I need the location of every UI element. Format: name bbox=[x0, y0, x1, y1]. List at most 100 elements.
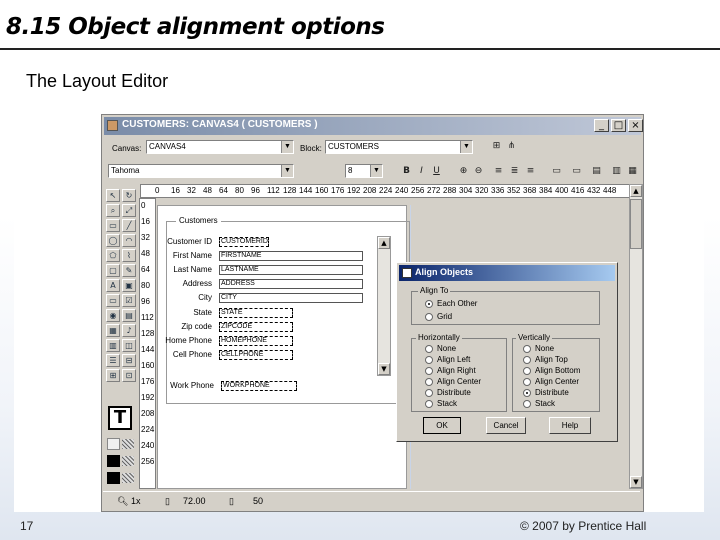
fill-icon[interactable]: ▥ bbox=[610, 165, 623, 178]
tree-icon[interactable]: ⋔ bbox=[505, 140, 518, 153]
radio-tool-icon[interactable]: ◉ bbox=[106, 309, 120, 322]
line-icon[interactable]: ▦ bbox=[626, 165, 639, 178]
field-first-name[interactable]: FIRSTNAME bbox=[219, 251, 363, 261]
field-last-name[interactable]: LASTNAME bbox=[219, 265, 363, 275]
rotate-icon[interactable]: ↻ bbox=[122, 189, 136, 202]
field-city[interactable]: CITY bbox=[219, 293, 363, 303]
ruler-tick: 144 bbox=[299, 186, 313, 195]
scroll-up-icon[interactable]: ▲ bbox=[378, 237, 390, 249]
canvas-label: Canvas: bbox=[112, 144, 142, 153]
checkbox-tool-icon[interactable]: ☑ bbox=[122, 294, 136, 307]
field-work-phone[interactable]: WORKPHONE bbox=[221, 381, 297, 391]
align-center-icon[interactable]: ≣ bbox=[508, 165, 521, 178]
cancel-button[interactable]: Cancel bbox=[486, 417, 526, 434]
window-scrollbar[interactable]: ▲ ▼ bbox=[629, 184, 643, 489]
frame-tool-icon[interactable]: ▣ bbox=[122, 279, 136, 292]
vertical-ruler: 0 16 32 48 64 80 96 112 128 144 160 176 … bbox=[139, 198, 156, 489]
field-state[interactable]: STATE bbox=[219, 308, 293, 318]
align-right-icon[interactable]: ≡ bbox=[524, 165, 537, 178]
hierarchy-icon[interactable]: ⊞ bbox=[490, 140, 503, 153]
close-button[interactable]: × bbox=[628, 119, 643, 132]
radio-v-align-center[interactable]: Align Center bbox=[523, 377, 579, 387]
bring-front-icon[interactable]: ▭ bbox=[550, 165, 563, 178]
color-icon[interactable]: ▤ bbox=[590, 165, 603, 178]
radio-h-stack[interactable]: Stack bbox=[425, 399, 457, 409]
chart-tool-icon[interactable]: ▥ bbox=[106, 339, 120, 352]
field-address[interactable]: ADDRESS bbox=[219, 279, 363, 289]
canvas-select[interactable]: CANVAS4 ▼ bbox=[146, 140, 294, 154]
radio-h-align-right[interactable]: Align Right bbox=[425, 366, 476, 376]
radio-each-other[interactable]: Each Other bbox=[425, 299, 477, 309]
tab-tool-icon[interactable]: ⊟ bbox=[122, 354, 136, 367]
dialog-titlebar[interactable]: Align Objects bbox=[399, 265, 615, 281]
send-back-icon[interactable]: ▭ bbox=[570, 165, 583, 178]
reshape-icon[interactable]: ⤢ bbox=[122, 204, 136, 217]
text-color-swatch[interactable] bbox=[107, 472, 120, 484]
line-tool-icon[interactable]: ╱ bbox=[122, 219, 136, 232]
text-item-tool-icon[interactable]: ▤ bbox=[122, 309, 136, 322]
radio-v-align-bottom[interactable]: Align Bottom bbox=[523, 366, 580, 376]
scroll-down-icon[interactable]: ▼ bbox=[630, 476, 642, 488]
pattern-swatch[interactable] bbox=[122, 473, 134, 483]
block-select[interactable]: CUSTOMERS ▼ bbox=[325, 140, 473, 154]
radio-v-distribute[interactable]: Distribute bbox=[523, 388, 569, 398]
radio-grid[interactable]: Grid bbox=[425, 312, 452, 322]
text-tool-large-icon[interactable]: T bbox=[108, 406, 132, 430]
pattern-swatch[interactable] bbox=[122, 439, 134, 449]
button-tool-icon[interactable]: ▭ bbox=[106, 294, 120, 307]
window-title: CUSTOMERS: CANVAS4 ( CUSTOMERS ) bbox=[122, 119, 318, 130]
underline-button[interactable]: U bbox=[430, 165, 443, 178]
minimize-button[interactable]: _ bbox=[594, 119, 609, 132]
radio-h-distribute[interactable]: Distribute bbox=[425, 388, 471, 398]
arc-icon[interactable]: ◠ bbox=[122, 234, 136, 247]
radio-h-none[interactable]: None bbox=[425, 344, 456, 354]
stacked-tool-icon[interactable]: ⊞ bbox=[106, 369, 120, 382]
fill-color-swatch[interactable] bbox=[107, 438, 120, 450]
scroll-down-icon[interactable]: ▼ bbox=[378, 363, 390, 375]
polygon-icon[interactable]: ⬠ bbox=[106, 249, 120, 262]
item-label-city: City bbox=[198, 293, 212, 302]
radio-v-align-top[interactable]: Align Top bbox=[523, 355, 568, 365]
field-customer-id[interactable]: CUSTOMERID bbox=[219, 237, 269, 247]
ole-tool-icon[interactable]: ◫ bbox=[122, 339, 136, 352]
bean-tool-icon[interactable]: ⊡ bbox=[122, 369, 136, 382]
scroll-up-icon[interactable]: ▲ bbox=[630, 185, 642, 197]
maximize-button[interactable]: □ bbox=[611, 119, 626, 132]
bold-button[interactable]: B bbox=[400, 165, 413, 178]
select-arrow-icon[interactable]: ↖ bbox=[106, 189, 120, 202]
rounded-rect-icon[interactable]: ▢ bbox=[106, 264, 120, 277]
window-titlebar[interactable]: CUSTOMERS: CANVAS4 ( CUSTOMERS ) _ □ × bbox=[104, 117, 643, 135]
frame-scrollbar[interactable]: ▲ ▼ bbox=[377, 236, 391, 376]
image-tool-icon[interactable]: ▦ bbox=[106, 324, 120, 337]
scroll-thumb[interactable] bbox=[630, 199, 642, 249]
sound-tool-icon[interactable]: ♪ bbox=[122, 324, 136, 337]
list-tool-icon[interactable]: ☰ bbox=[106, 354, 120, 367]
ellipse-icon[interactable]: ◯ bbox=[106, 234, 120, 247]
zoom-out-icon[interactable]: ⊖ bbox=[472, 165, 485, 178]
ok-button[interactable]: OK bbox=[423, 417, 461, 434]
italic-button[interactable]: I bbox=[415, 165, 428, 178]
field-cell-phone[interactable]: CELLPHONE bbox=[219, 350, 293, 360]
field-home-phone[interactable]: HOMEPHONE bbox=[219, 336, 293, 346]
magnify-icon[interactable]: ⌕ bbox=[106, 204, 120, 217]
zoom-in-icon[interactable]: ⊕ bbox=[457, 165, 470, 178]
text-tool-icon[interactable]: A bbox=[106, 279, 120, 292]
align-left-icon[interactable]: ≡ bbox=[492, 165, 505, 178]
line-color-swatch[interactable] bbox=[107, 455, 120, 467]
font-select[interactable]: Tahoma ▼ bbox=[108, 164, 294, 178]
radio-v-none[interactable]: None bbox=[523, 344, 554, 354]
rectangle-icon[interactable]: ▭ bbox=[106, 219, 120, 232]
radio-h-align-center[interactable]: Align Center bbox=[425, 377, 481, 387]
field-zip[interactable]: ZIPCODE bbox=[219, 322, 293, 332]
freehand-icon[interactable]: ✎ bbox=[122, 264, 136, 277]
radio-label: Align Center bbox=[437, 377, 482, 386]
radio-dot bbox=[523, 389, 531, 397]
polyline-icon[interactable]: ⌇ bbox=[122, 249, 136, 262]
font-size-select[interactable]: 8 ▼ bbox=[345, 164, 383, 178]
help-button[interactable]: Help bbox=[549, 417, 591, 434]
radio-v-stack[interactable]: Stack bbox=[523, 399, 555, 409]
radio-h-align-left[interactable]: Align Left bbox=[425, 355, 470, 365]
pattern-swatch[interactable] bbox=[122, 456, 134, 466]
ruler-tick: 160 bbox=[141, 361, 155, 370]
ruler-tick: 48 bbox=[203, 186, 212, 195]
